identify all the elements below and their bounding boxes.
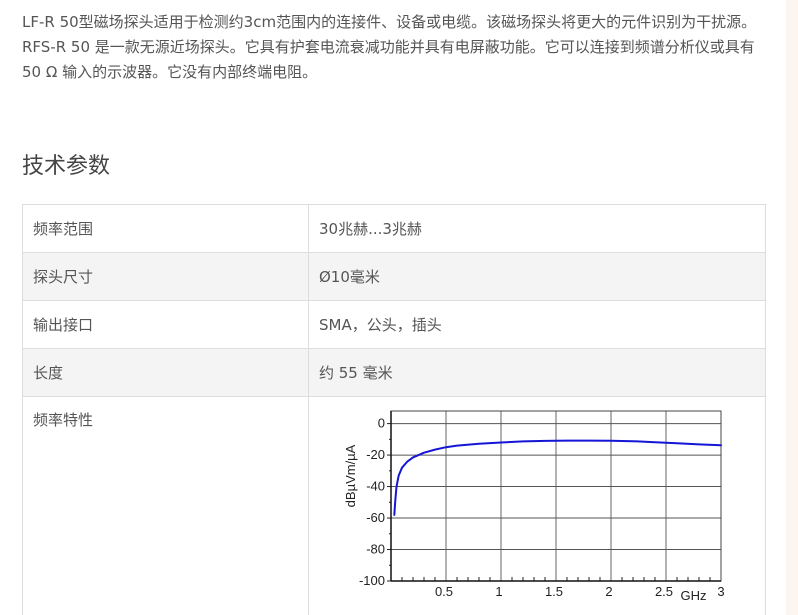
x-tick-label: 1 [495, 584, 502, 599]
spec-value: 30兆赫...3兆赫 [308, 204, 766, 253]
spec-label: 输出接口 [22, 300, 309, 349]
x-axis-label: GHz [681, 588, 707, 603]
spec-value: Ø10毫米 [308, 252, 766, 301]
intro-text: LF-R 50型磁场探头适用于检测约3cm范围内的连接件、设备或电缆。该磁场探头… [22, 10, 767, 85]
x-tick-label: 1.5 [545, 584, 563, 599]
table-row: 频率特性 0.5 1 1.5 2 2.5 3 0 -20 -40 -60 -80 -100 dBµVm/… [22, 396, 766, 615]
intro-paragraph-2: RFS-R 50 是一款无源近场探头。它具有护套电流衰减功能并具有电屏蔽功能。它… [22, 38, 755, 81]
frequency-response-chart: 0.5 1 1.5 2 2.5 3 0 -20 -40 -60 -80 -100 dBµVm/µA GHz [319, 403, 749, 615]
table-row: 频率范围 30兆赫...3兆赫 [22, 204, 766, 253]
chart-cell: 0.5 1 1.5 2 2.5 3 0 -20 -40 -60 -80 -100 dBµVm/µA GHz [308, 396, 766, 615]
spec-label: 频率特性 [22, 396, 309, 615]
table-row: 输出接口 SMA，公头，插头 [22, 300, 766, 349]
section-title: 技术参数 [22, 154, 111, 179]
spec-value: 约 55 毫米 [308, 348, 766, 397]
y-tick-label: -60 [366, 510, 385, 525]
spec-label: 频率范围 [22, 204, 309, 253]
spec-value: SMA，公头，插头 [308, 300, 766, 349]
y-tick-label: -20 [366, 447, 385, 462]
page: LF-R 50型磁场探头适用于检测约3cm范围内的连接件、设备或电缆。该磁场探头… [0, 0, 798, 615]
y-tick-label: -80 [366, 542, 385, 557]
table-row: 探头尺寸 Ø10毫米 [22, 252, 766, 301]
y-tick-label: 0 [378, 416, 385, 431]
chart-svg: 0.5 1 1.5 2 2.5 3 0 -20 -40 -60 -80 -100 dBµVm/µA GHz [343, 410, 725, 603]
x-tick-label: 2 [605, 584, 612, 599]
y-axis-label: dBµVm/µA [343, 444, 358, 507]
right-edge-strip [786, 0, 798, 615]
specs-table: 频率范围 30兆赫...3兆赫 探头尺寸 Ø10毫米 输出接口 SMA，公头，插… [22, 204, 766, 615]
y-tick-label: -40 [366, 479, 385, 494]
x-tick-label: 0.5 [435, 584, 453, 599]
intro-paragraph-1: LF-R 50型磁场探头适用于检测约3cm范围内的连接件、设备或电缆。该磁场探头… [22, 13, 757, 31]
table-row: 长度 约 55 毫米 [22, 348, 766, 397]
x-tick-label: 3 [717, 584, 724, 599]
spec-label: 长度 [22, 348, 309, 397]
x-tick-label: 2.5 [655, 584, 673, 599]
y-tick-label: -100 [359, 573, 385, 588]
spec-label: 探头尺寸 [22, 252, 309, 301]
